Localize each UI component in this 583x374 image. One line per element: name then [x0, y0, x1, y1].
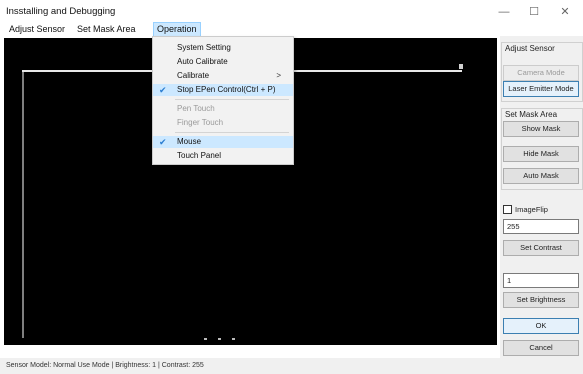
contrast-input[interactable]: 255	[503, 219, 579, 234]
menu-set-mask-area[interactable]: Set Mask Area	[74, 23, 139, 36]
menu-item-stop-epen-control[interactable]: ✔ Stop EPen Control(Ctrl + P)	[153, 84, 293, 96]
set-mask-area-group-label: Set Mask Area	[505, 110, 558, 119]
checkmark-icon: ✔	[159, 137, 167, 147]
sensor-light-spot	[204, 338, 207, 340]
menu-item-label: Auto Calibrate	[177, 57, 228, 66]
sensor-boundary-left	[22, 70, 24, 338]
set-contrast-button[interactable]: Set Contrast	[503, 240, 579, 256]
menu-item-calibrate[interactable]: Calibrate >	[153, 70, 293, 82]
close-button[interactable]: ✕	[545, 2, 583, 22]
window-title: Insstalling and Debugging	[6, 6, 116, 17]
menu-item-auto-calibrate[interactable]: Auto Calibrate	[153, 56, 293, 68]
brightness-input[interactable]: 1	[503, 273, 579, 288]
ok-button[interactable]: OK	[503, 318, 579, 334]
menu-separator	[175, 99, 289, 100]
menu-item-label: Pen Touch	[177, 104, 215, 113]
menu-item-label: Calibrate	[177, 71, 210, 80]
show-mask-button[interactable]: Show Mask	[503, 121, 579, 137]
hide-mask-button[interactable]: Hide Mask	[503, 146, 579, 162]
operation-dropdown-menu: System Setting Auto Calibrate Calibrate …	[152, 36, 294, 165]
menu-item-label: Finger Touch	[177, 118, 224, 127]
checkmark-icon: ✔	[159, 85, 167, 95]
menu-item-label: System Setting	[177, 43, 231, 52]
menu-bar: Adjust Sensor Set Mask Area Operation	[0, 22, 583, 37]
sensor-light-spot	[459, 64, 463, 69]
menu-item-system-setting[interactable]: System Setting	[153, 42, 293, 54]
laser-emitter-mode-button[interactable]: Laser Emitter Mode	[503, 81, 579, 97]
menu-item-label: Mouse	[177, 137, 202, 146]
auto-mask-button[interactable]: Auto Mask	[503, 168, 579, 184]
title-bar: Insstalling and Debugging — ☐ ✕	[0, 0, 583, 22]
menu-separator	[175, 132, 289, 133]
menu-item-touch-panel[interactable]: Touch Panel	[153, 150, 293, 162]
menu-item-finger-touch: Finger Touch	[153, 117, 293, 129]
status-bar: Sensor Model: Normal Use Mode | Brightne…	[0, 358, 583, 374]
sensor-light-spot	[218, 338, 221, 340]
camera-mode-button[interactable]: Camera Mode	[503, 65, 579, 81]
menu-item-pen-touch: Pen Touch	[153, 103, 293, 115]
image-flip-label: ImageFlip	[515, 205, 548, 214]
menu-item-label: Stop EPen Control(Ctrl + P)	[177, 85, 276, 94]
sensor-light-spot	[232, 338, 235, 340]
image-flip-box[interactable]	[503, 205, 512, 214]
adjust-sensor-group-label: Adjust Sensor	[505, 44, 555, 53]
menu-operation[interactable]: Operation	[153, 22, 201, 37]
menu-item-label: Touch Panel	[177, 151, 222, 160]
submenu-arrow-icon: >	[276, 71, 281, 80]
cancel-button[interactable]: Cancel	[503, 340, 579, 356]
set-brightness-button[interactable]: Set Brightness	[503, 292, 579, 308]
menu-item-mouse[interactable]: ✔ Mouse	[153, 136, 293, 148]
menu-adjust-sensor[interactable]: Adjust Sensor	[6, 23, 68, 36]
